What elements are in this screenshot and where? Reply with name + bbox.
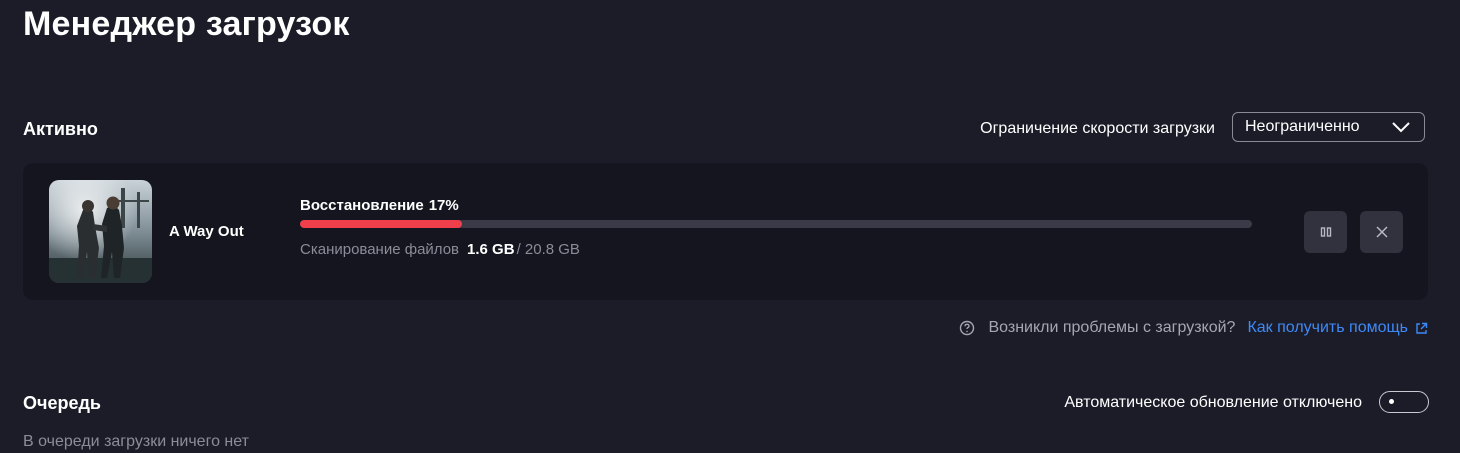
speed-limit-label: Ограничение скорости загрузки [980,120,1215,137]
download-status-label: Восстановление [300,197,424,214]
download-help-row: Возникли проблемы с загрузкой? Как получ… [959,318,1428,338]
download-item-card: A Way Out Восстановление 17% Сканировани… [23,163,1428,300]
download-status: Восстановление 17% [300,197,459,215]
auto-update-label: Автоматическое обновление отключено [1064,394,1362,411]
question-circle-icon [960,320,975,336]
scan-status-label: Сканирование файлов [300,241,460,258]
page-title: Менеджер загрузок [23,5,350,43]
download-manager-page: Менеджер загрузок Активно Ограничение ск… [0,0,1460,453]
download-status-percent: 17% [428,197,459,214]
game-title: A Way Out [169,223,244,240]
close-icon [1375,226,1388,238]
external-link-icon [1416,322,1428,334]
download-progress-fill [300,220,462,228]
queue-section-title: Очередь [23,393,101,413]
help-question-text: Возникли проблемы с загрузкой? [988,319,1236,336]
download-progress-bar [300,220,1252,228]
download-size-info: Сканирование файлов 1.6 GB / 20.8 GB [300,241,580,259]
game-cover-image [49,180,152,283]
queue-empty-message: В очереди загрузки ничего нет [23,433,249,450]
auto-update-toggle[interactable] [1379,391,1429,413]
get-help-link-label: Как получить помощь [1247,319,1408,336]
get-help-link[interactable]: Как получить помощь [1247,318,1428,338]
speed-limit-dropdown[interactable]: Неограниченно [1232,112,1425,142]
chevron-down-icon [1392,122,1410,133]
total-size: / 20.8 GB [516,241,580,258]
active-section-title: Активно [23,119,98,139]
pause-icon [1320,227,1331,237]
speed-limit-value: Неограниченно [1245,118,1360,135]
toggle-knob [1389,399,1394,404]
downloaded-size: 1.6 GB [467,241,515,258]
cancel-download-button[interactable] [1360,211,1403,253]
pause-button[interactable] [1304,211,1347,253]
